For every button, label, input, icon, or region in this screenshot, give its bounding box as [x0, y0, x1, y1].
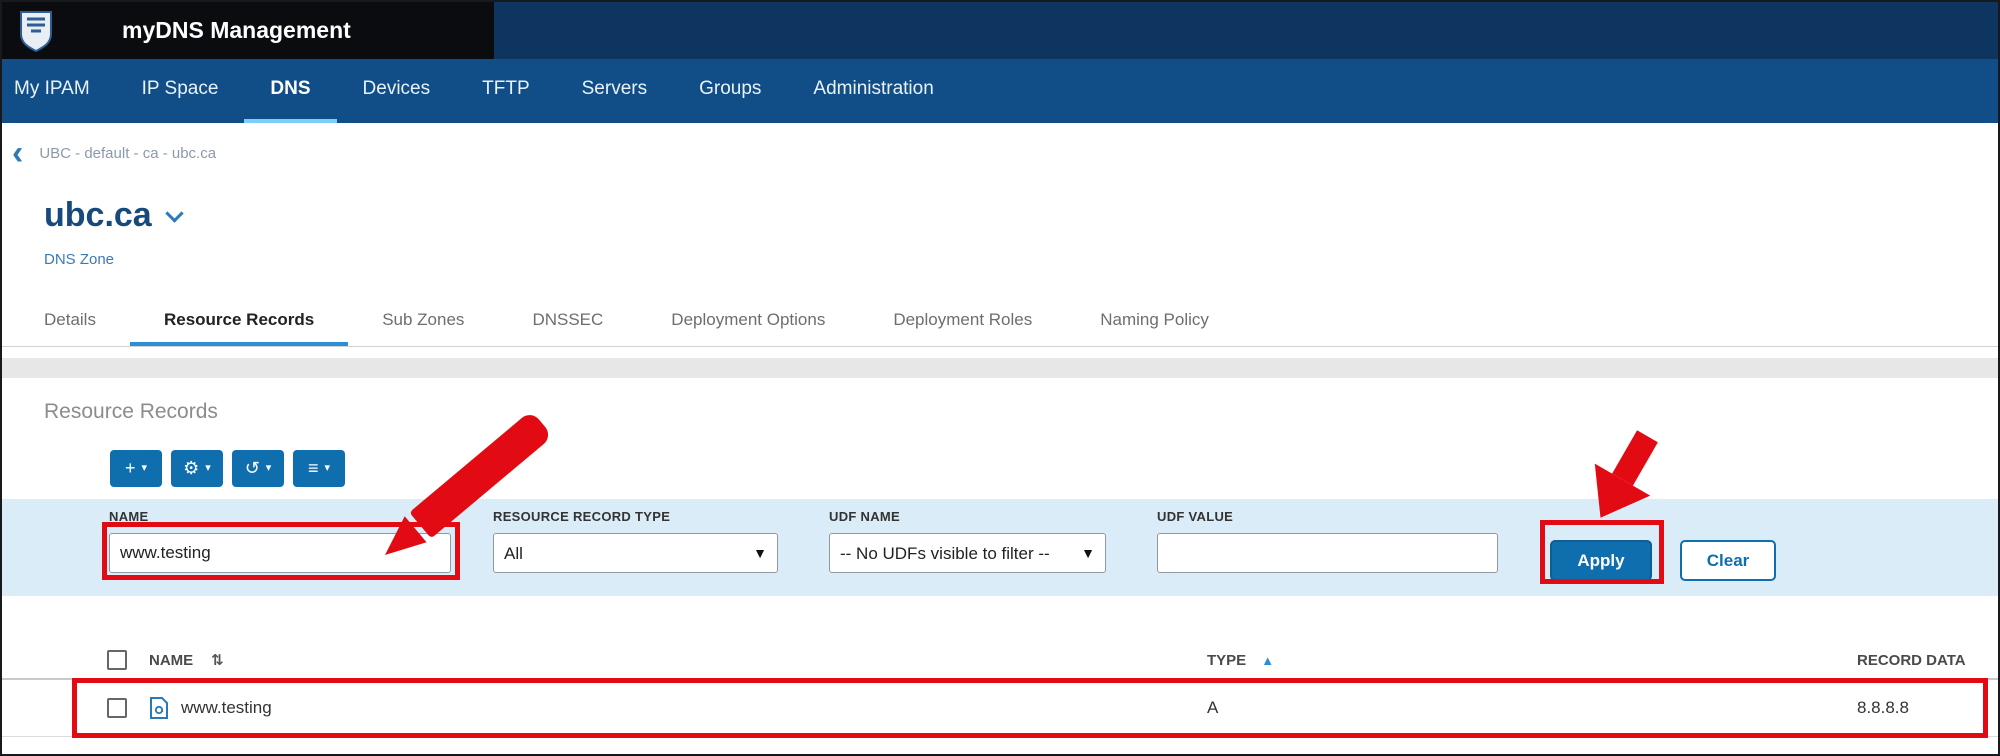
udf-value-filter-label: UDF VALUE: [1157, 509, 1498, 524]
breadcrumb-path[interactable]: UBC - default - ca - ubc.ca: [39, 145, 216, 162]
view-options-button[interactable]: ≡ ▾: [293, 450, 345, 487]
table-row[interactable]: www.testing A 8.8.8.8: [2, 680, 1998, 737]
udf-value-input[interactable]: [1157, 533, 1498, 573]
tab-naming-policy[interactable]: Naming Policy: [1066, 297, 1243, 346]
zone-tabs: Details Resource Records Sub Zones DNSSE…: [2, 297, 1998, 347]
record-type-filter-field: RESOURCE RECORD TYPE All ▼: [493, 509, 778, 573]
column-header-record-data: RECORD DATA: [1857, 652, 1998, 669]
record-name: www.testing: [181, 698, 272, 718]
brand-band: myDNS Management: [2, 2, 494, 59]
sort-ascending-icon[interactable]: ▲: [1261, 653, 1274, 668]
udf-name-filter-label: UDF NAME: [829, 509, 1106, 524]
record-type-filter-label: RESOURCE RECORD TYPE: [493, 509, 778, 524]
app-header: myDNS Management: [2, 2, 1998, 59]
caret-down-icon: ▾: [266, 463, 272, 474]
breadcrumb: ‹ UBC - default - ca - ubc.ca: [12, 140, 216, 166]
tab-resource-records[interactable]: Resource Records: [130, 297, 348, 346]
gear-icon: ⚙: [183, 458, 199, 479]
udf-value-filter-field: UDF VALUE: [1157, 509, 1498, 573]
nav-item-dns[interactable]: DNS: [244, 59, 336, 123]
tab-dnssec[interactable]: DNSSEC: [498, 297, 637, 346]
table-header-row: NAME ⇅ TYPE ▲ RECORD DATA: [2, 642, 1998, 680]
sliders-icon: ≡: [308, 458, 319, 479]
page-title-dropdown[interactable]: ubc.ca: [44, 196, 181, 235]
nav-item-groups[interactable]: Groups: [673, 59, 787, 123]
clear-button[interactable]: Clear: [1680, 540, 1776, 581]
add-record-button[interactable]: + ▾: [110, 450, 162, 487]
ubc-crest-icon: [18, 10, 54, 52]
column-header-name[interactable]: NAME ⇅: [149, 651, 1207, 669]
select-all-checkbox[interactable]: [107, 650, 127, 670]
row-checkbox[interactable]: [107, 698, 127, 718]
name-filter-field: NAME: [109, 509, 451, 573]
nav-item-servers[interactable]: Servers: [556, 59, 673, 123]
column-header-type[interactable]: TYPE ▲: [1207, 652, 1857, 669]
name-filter-input[interactable]: [109, 533, 451, 573]
chevron-down-icon: [165, 204, 183, 222]
app-title: myDNS Management: [122, 17, 351, 44]
back-chevron-icon[interactable]: ‹: [12, 140, 23, 166]
record-type-select[interactable]: All: [493, 533, 778, 573]
tab-sub-zones[interactable]: Sub Zones: [348, 297, 498, 346]
name-filter-label: NAME: [109, 509, 451, 524]
nav-item-tftp[interactable]: TFTP: [456, 59, 556, 123]
plus-icon: +: [125, 458, 136, 479]
page-subtitle: DNS Zone: [44, 251, 114, 268]
nav-item-devices[interactable]: Devices: [337, 59, 457, 123]
sort-both-icon[interactable]: ⇅: [211, 651, 224, 669]
caret-down-icon: ▾: [205, 463, 211, 474]
history-icon: ↺: [245, 458, 260, 479]
nav-item-my-ipam[interactable]: My IPAM: [6, 59, 116, 123]
nav-item-administration[interactable]: Administration: [787, 59, 959, 123]
tab-deployment-roles[interactable]: Deployment Roles: [859, 297, 1066, 346]
caret-down-icon: ▾: [141, 463, 147, 474]
record-type: A: [1207, 698, 1218, 718]
udf-name-filter-field: UDF NAME -- No UDFs visible to filter --…: [829, 509, 1106, 573]
tab-deployment-options[interactable]: Deployment Options: [637, 297, 859, 346]
settings-button[interactable]: ⚙ ▾: [171, 450, 223, 487]
host-record-icon: [149, 697, 169, 719]
caret-down-icon: ▾: [324, 463, 330, 474]
record-data: 8.8.8.8: [1857, 698, 1998, 718]
mydns-management-window: myDNS Management My IPAM IP Space DNS De…: [0, 0, 2000, 756]
apply-button[interactable]: Apply: [1550, 540, 1652, 581]
history-button[interactable]: ↺ ▾: [232, 450, 284, 487]
records-toolbar: + ▾ ⚙ ▾ ↺ ▾ ≡ ▾: [110, 450, 345, 487]
page-title: ubc.ca: [44, 196, 152, 235]
main-nav: My IPAM IP Space DNS Devices TFTP Server…: [2, 59, 1998, 123]
section-title: Resource Records: [44, 400, 218, 424]
filter-panel: NAME RESOURCE RECORD TYPE All ▼ UDF NAME…: [2, 499, 1998, 596]
section-divider-band: [2, 358, 1998, 378]
nav-item-ip-space[interactable]: IP Space: [116, 59, 245, 123]
udf-name-select[interactable]: -- No UDFs visible to filter --: [829, 533, 1106, 573]
tab-details[interactable]: Details: [44, 297, 130, 346]
resource-records-table: NAME ⇅ TYPE ▲ RECORD DATA www.testing: [2, 642, 1998, 737]
